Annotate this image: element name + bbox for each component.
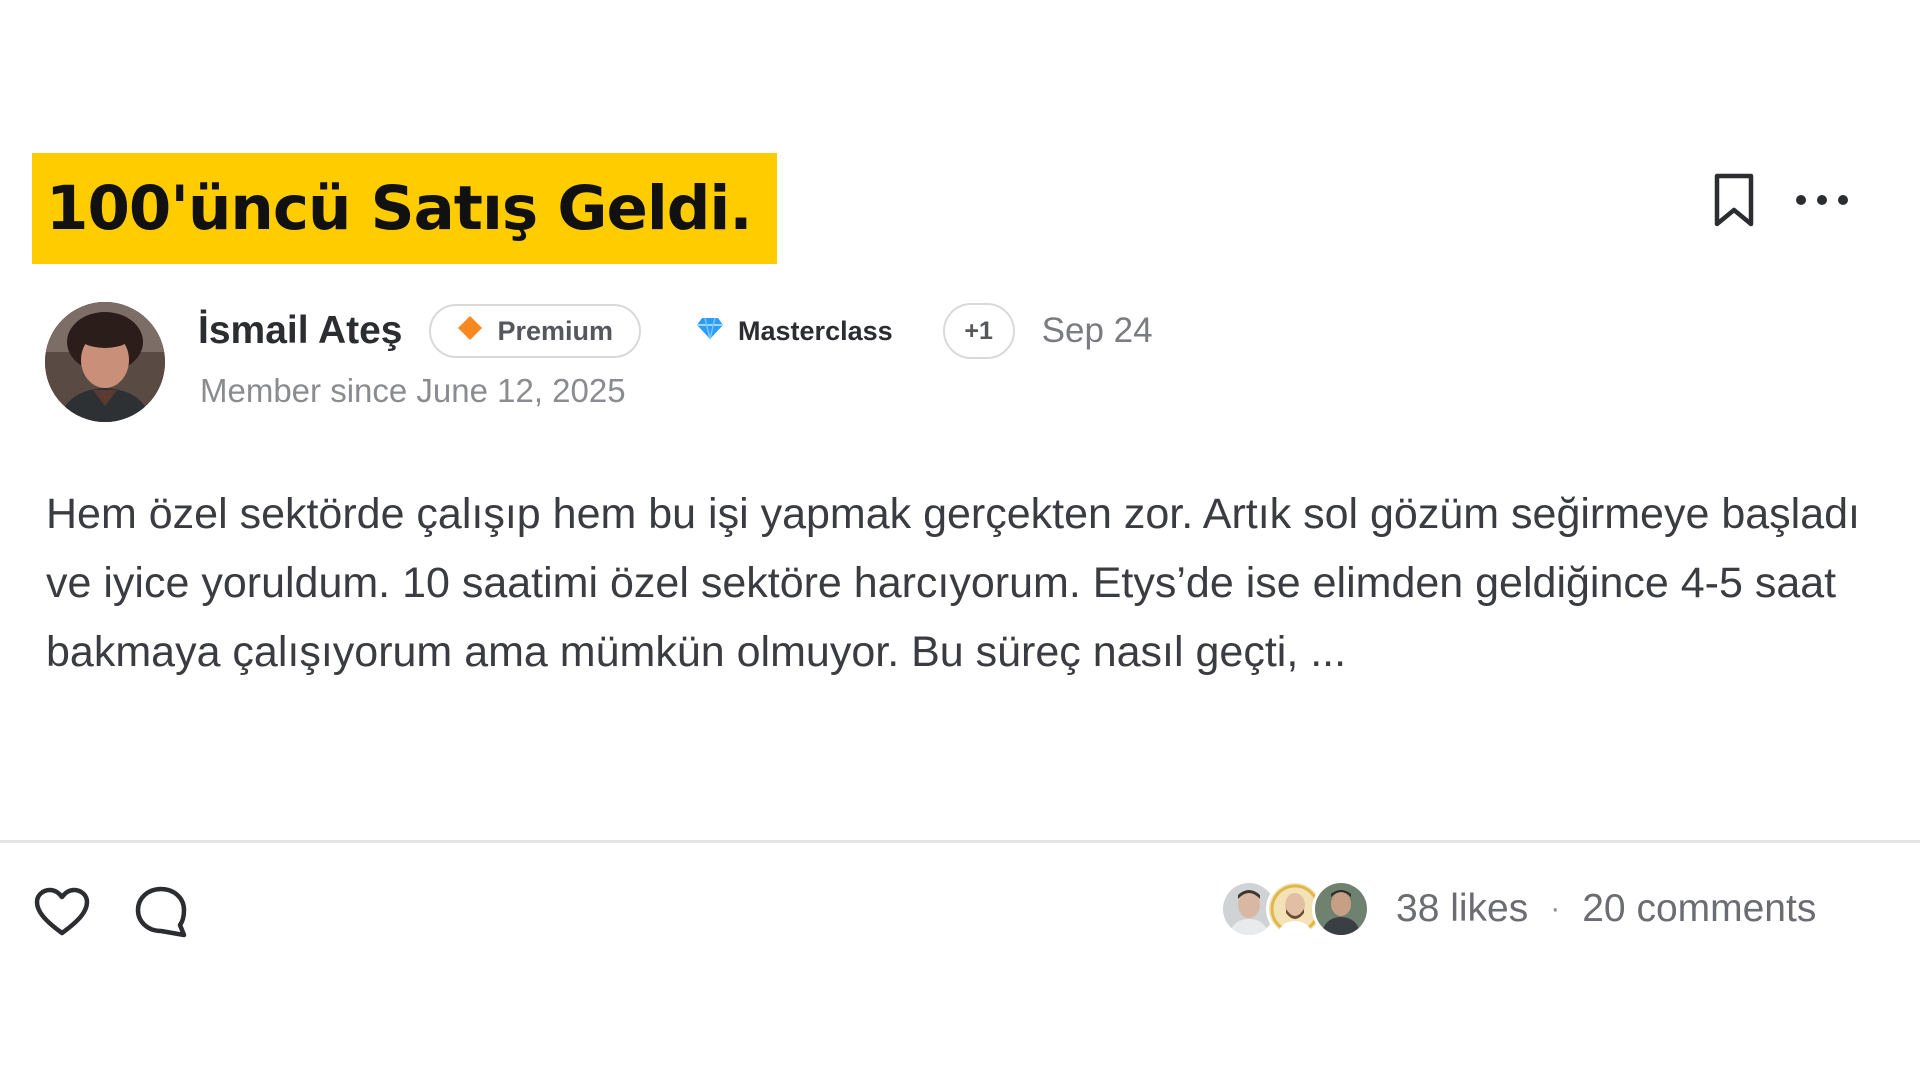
more-badges-button[interactable]: +1	[942, 303, 1015, 359]
author-avatar[interactable]	[45, 302, 165, 422]
heart-icon[interactable]	[34, 887, 90, 937]
liker-avatars[interactable]	[1220, 880, 1370, 938]
premium-badge[interactable]: Premium	[429, 304, 642, 358]
post-card: 100'üncü Satış Geldi. İsmail Ateş Premiu…	[0, 0, 1920, 1080]
divider	[0, 840, 1920, 843]
post-stats: 38 likes · 20 comments	[1220, 880, 1816, 938]
masterclass-badge[interactable]: Masterclass	[696, 316, 893, 347]
post-date: Sep 24	[1041, 311, 1153, 350]
premium-badge-label: Premium	[497, 315, 614, 346]
author-row: İsmail Ateş Premium Masterclass +1 Sep 2…	[198, 302, 1153, 360]
comments-count[interactable]: 20 comments	[1582, 887, 1816, 931]
post-title-highlight: 100'üncü Satış Geldi.	[32, 153, 777, 264]
stats-separator: ·	[1550, 892, 1561, 925]
comment-icon[interactable]	[134, 885, 188, 939]
post-actions-top	[1712, 172, 1850, 228]
author-name[interactable]: İsmail Ateş	[198, 309, 402, 353]
masterclass-badge-label: Masterclass	[738, 315, 893, 346]
diamond-orange-icon	[457, 315, 483, 348]
bookmark-icon[interactable]	[1712, 172, 1756, 228]
post-body[interactable]: Hem özel sektörde çalışıp hem bu işi yap…	[46, 480, 1876, 687]
likes-count[interactable]: 38 likes	[1396, 887, 1528, 931]
post-reactions	[34, 885, 188, 939]
liker-avatar	[1312, 880, 1370, 938]
more-horizontal-icon[interactable]	[1794, 193, 1850, 207]
member-since: Member since June 12, 2025	[200, 372, 626, 409]
post-title[interactable]: 100'üncü Satış Geldi.	[46, 173, 752, 244]
gem-blue-icon	[696, 316, 724, 347]
